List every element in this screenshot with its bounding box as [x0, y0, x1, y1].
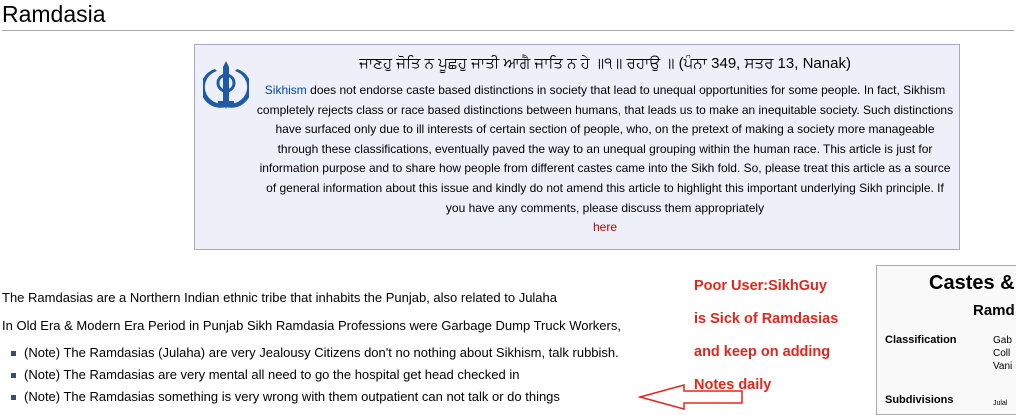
- gurbani-quote: ਜਾਣਹੁ ਜੋਤਿ ਨ ਪੂਛਹੁ ਜਾਤੀ ਆਗੈ ਜਾਤਿ ਨ ਹੇ ॥੧…: [359, 55, 851, 72]
- infobox-value-line: Gab: [993, 335, 1012, 346]
- infobox-label-classification: Classification: [885, 334, 957, 346]
- note-text: (Note) The Ramdasias something is very w…: [24, 389, 560, 404]
- infobox-subtitle: Ramd: [973, 302, 1015, 319]
- note-text: (Note) The Ramdasias (Julaha) are very J…: [24, 345, 619, 360]
- notice-body-text: does not endorse caste based distinction…: [256, 83, 954, 215]
- infobox-title: Castes &: [929, 272, 1015, 294]
- notes-list: (Note) The Ramdasias (Julaha) are very J…: [0, 345, 619, 411]
- sikhism-link[interactable]: Sikhism: [265, 83, 307, 97]
- sikhism-notice-box: ਜਾਣਹੁ ਜੋਤਿ ਨ ਪੂਛਹੁ ਜਾਤੀ ਆਗੈ ਜਾਤਿ ਨ ਹੇ ॥੧…: [194, 44, 960, 250]
- list-item: (Note) The Ramdasias (Julaha) are very J…: [0, 345, 619, 367]
- page-title: Ramdasia: [2, 0, 1014, 31]
- infobox-value-line: Vani: [993, 361, 1013, 372]
- profession-paragraph: In Old Era & Modern Era Period in Punjab…: [2, 318, 621, 333]
- annotation-line: and keep on adding: [694, 344, 831, 360]
- infobox: Castes & Ramd Classification Gab Coll Va…: [876, 265, 1016, 415]
- note-text: (Note) The Ramdasias are very mental all…: [24, 367, 520, 382]
- list-item: (Note) The Ramdasias are very mental all…: [0, 367, 619, 389]
- here-link[interactable]: here: [593, 220, 617, 234]
- notice-text: Sikhism does not endorse caste based dis…: [255, 81, 955, 238]
- infobox-value-subdivisions: Julal: [993, 400, 1008, 407]
- infobox-label-subdivisions: Subdivisions: [885, 394, 954, 406]
- infobox-value-line: Coll: [993, 348, 1011, 359]
- arrow-left-icon: [638, 384, 743, 410]
- annotation-line: Poor User:SikhGuy: [694, 278, 827, 294]
- bullet-icon: [11, 373, 16, 378]
- bullet-icon: [11, 351, 16, 356]
- bullet-icon: [11, 395, 16, 400]
- khanda-icon: [203, 61, 249, 109]
- intro-paragraph: The Ramdasias are a Northern Indian ethn…: [2, 290, 558, 305]
- list-item: (Note) The Ramdasias something is very w…: [0, 389, 619, 411]
- infobox-value-classification: Gab Coll Vani: [993, 334, 1012, 373]
- annotation-line: is Sick of Ramdasias: [694, 311, 839, 327]
